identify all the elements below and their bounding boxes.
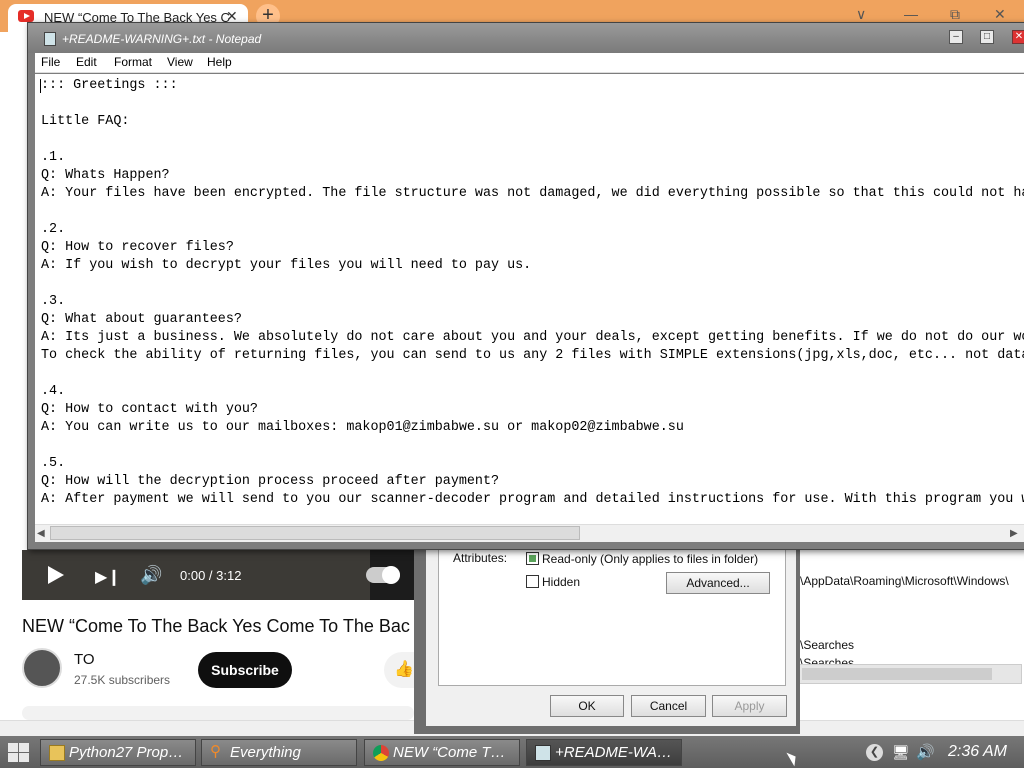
video-title: NEW “Come To The Back Yes Come To The Ba…: [22, 616, 410, 636]
youtube-icon: [18, 10, 34, 22]
browser-tab-search-icon[interactable]: ∨: [856, 6, 866, 23]
video-time: 0:00 / 3:12: [180, 568, 242, 583]
browser-minimize-button[interactable]: —: [904, 6, 918, 22]
notepad-line: A: Your files have been encrypted. The f…: [41, 186, 1024, 201]
notepad-line: [41, 365, 1024, 383]
video-description-box[interactable]: [22, 706, 414, 720]
notepad-line: A: After payment we will send to you our…: [41, 492, 1024, 507]
notepad-icon: [535, 745, 551, 761]
taskbar-clock[interactable]: 2:36 AM: [948, 743, 1007, 761]
taskbar-item-everything[interactable]: ⚲ Everything: [201, 739, 357, 766]
notepad-minimize-button[interactable]: –: [949, 30, 963, 44]
notepad-line: .5.: [41, 456, 66, 471]
volume-tray-icon[interactable]: 🔊: [916, 743, 935, 761]
taskbar-item-label: NEW “Come T…: [393, 744, 506, 761]
readonly-checkbox[interactable]: [526, 552, 539, 565]
notepad-line: Q: What about guarantees?: [41, 312, 242, 327]
notepad-line: Q: How will the decryption process proce…: [41, 474, 500, 489]
windows-start-icon[interactable]: [6, 741, 30, 763]
notepad-line: A: If you wish to decrypt your files you…: [41, 258, 532, 273]
notepad-close-button[interactable]: ✕: [1012, 30, 1024, 44]
hidden-checkbox[interactable]: [526, 575, 539, 588]
notepad-line: .2.: [41, 222, 66, 237]
notepad-line: .3.: [41, 294, 66, 309]
notepad-line: [41, 437, 1024, 455]
notepad-icon: [44, 32, 56, 46]
apply-button[interactable]: Apply: [712, 695, 787, 717]
explorer-list-item: \Searches: [800, 638, 855, 652]
attributes-group: [438, 548, 786, 686]
channel-name[interactable]: TO: [74, 651, 95, 668]
taskbar-item-label: Everything: [230, 744, 301, 761]
notepad-maximize-button[interactable]: □: [980, 30, 994, 44]
menu-format[interactable]: Format: [114, 55, 152, 69]
readonly-label: Read-only (Only applies to files in fold…: [542, 552, 759, 566]
menu-edit[interactable]: Edit: [76, 55, 97, 69]
notepad-scrollbar-thumb[interactable]: [50, 526, 580, 540]
browser-maximize-button[interactable]: ⧉: [950, 6, 960, 23]
network-icon[interactable]: 🖥: [892, 744, 910, 761]
notepad-line: To check the ability of returning files,…: [41, 348, 1024, 363]
browser-close-button[interactable]: ✕: [994, 6, 1006, 23]
notepad-line: Little FAQ:: [41, 114, 130, 129]
next-track-icon[interactable]: ▶❙: [95, 567, 121, 587]
attributes-label: Attributes:: [453, 551, 508, 565]
taskbar-item-label: Python27 Prop…: [69, 744, 184, 761]
notepad-text-content[interactable]: ::: Greetings ::: Little FAQ: .1.Q: What…: [41, 77, 1024, 521]
notepad-line: .1.: [41, 150, 66, 165]
notepad-line: A: Its just a business. We absolutely do…: [41, 330, 1024, 345]
show-hidden-icons-button[interactable]: ❮: [866, 744, 883, 761]
channel-avatar[interactable]: [22, 648, 62, 688]
notepad-line: Q: Whats Happen?: [41, 168, 170, 183]
ok-button[interactable]: OK: [550, 695, 624, 717]
notepad-line: Q: How to recover files?: [41, 240, 234, 255]
hidden-label: Hidden: [542, 575, 581, 589]
subscriber-count: 27.5K subscribers: [74, 673, 171, 687]
notepad-line: [41, 203, 1024, 221]
folder-icon: [49, 745, 65, 761]
notepad-line: ::: Greetings :::: [41, 78, 178, 93]
menu-view[interactable]: View: [167, 55, 193, 69]
menu-help[interactable]: Help: [207, 55, 232, 69]
search-icon: ⚲: [210, 743, 221, 760]
taskbar-item-label: +README-WA…: [555, 744, 672, 761]
explorer-path-text: \AppData\Roaming\Microsoft\Windows\: [800, 574, 1009, 588]
notepad-line: A: You can write us to our mailboxes: ma…: [41, 420, 684, 435]
notepad-line: Q: How to contact with you?: [41, 402, 258, 417]
scroll-left-icon[interactable]: ◀: [37, 528, 45, 539]
notepad-line: [41, 275, 1024, 293]
cancel-button[interactable]: Cancel: [631, 695, 706, 717]
notepad-line: [41, 131, 1024, 149]
taskbar-item-python27[interactable]: Python27 Prop…: [40, 739, 196, 766]
explorer-scrollbar-thumb[interactable]: [802, 668, 992, 680]
notepad-line: [41, 95, 1024, 113]
text-caret: [40, 79, 41, 93]
play-icon[interactable]: [48, 566, 64, 584]
taskbar-item-chrome[interactable]: NEW “Come T…: [364, 739, 520, 766]
scroll-right-icon[interactable]: ▶: [1010, 528, 1018, 539]
subscribe-button[interactable]: Subscribe: [198, 652, 292, 688]
notepad-line: .4.: [41, 384, 66, 399]
volume-icon[interactable]: 🔊: [140, 565, 162, 586]
browser-nav-area: [0, 32, 28, 102]
chrome-icon: [373, 745, 389, 761]
menu-file[interactable]: File: [41, 55, 60, 69]
taskbar-item-notepad[interactable]: +README-WA…: [526, 739, 682, 766]
notepad-title: +README-WARNING+.txt - Notepad: [62, 32, 262, 46]
autoplay-toggle[interactable]: [366, 566, 400, 584]
advanced-button[interactable]: Advanced...: [666, 572, 770, 594]
